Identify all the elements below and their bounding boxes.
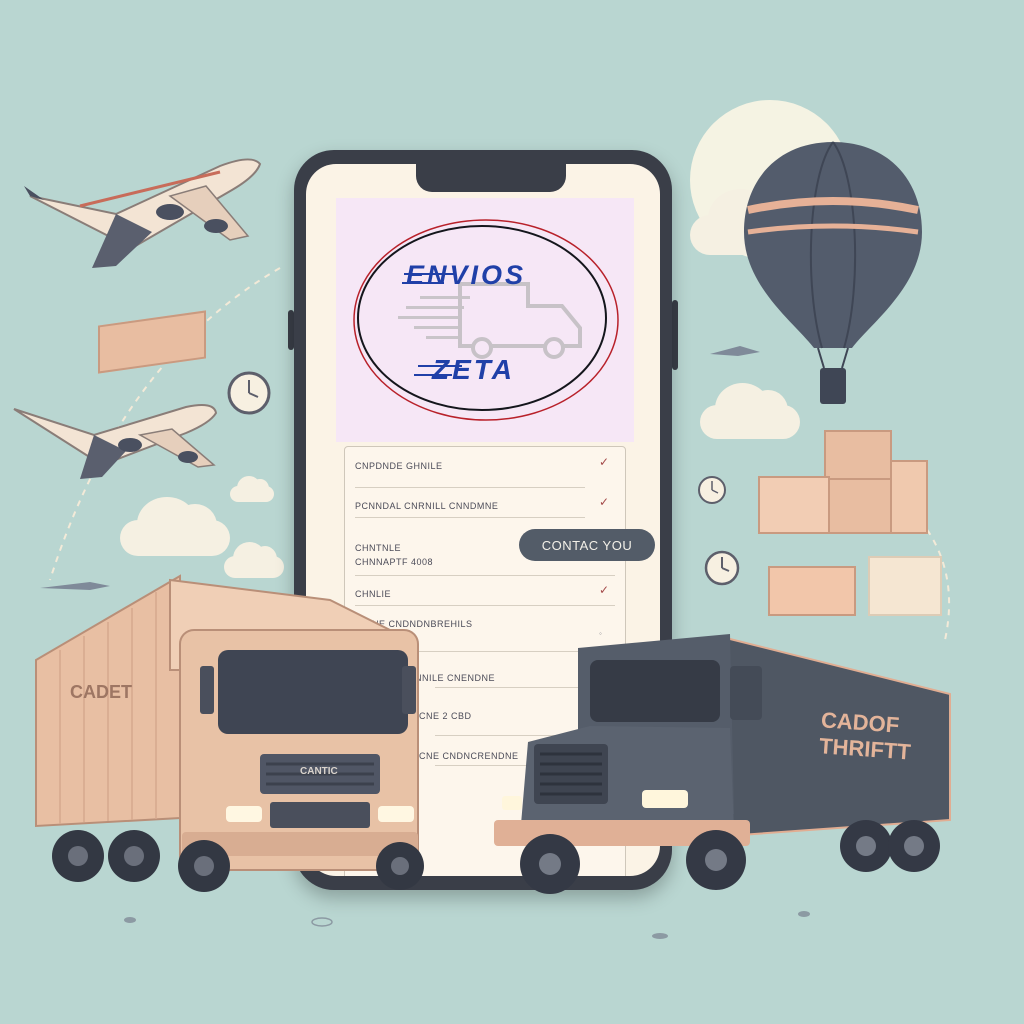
clock-icon bbox=[704, 550, 740, 586]
list-item: CHNTNLE CHNNAPTF 4008 bbox=[355, 543, 434, 567]
ground-pebbles bbox=[124, 911, 810, 939]
truck-left: CADET CANTIC bbox=[30, 570, 430, 900]
list-item: PCNNDAL CNRNILL CNNDMNE bbox=[355, 501, 499, 511]
parcel-icon bbox=[826, 478, 896, 534]
logo-title: ENVIOS bbox=[406, 260, 527, 290]
phone-notch bbox=[416, 164, 566, 192]
truck-right: CADOF THRIFTT bbox=[494, 624, 958, 904]
clock-icon bbox=[227, 371, 271, 415]
illustration-scene: ENVIOS ZETA CNPDNDE GHNILE ✓ PCNNDAL CNR… bbox=[0, 0, 1024, 1024]
envelope-icon bbox=[768, 566, 856, 616]
parcel-icon bbox=[824, 430, 892, 482]
contact-button[interactable]: CONTAC YOU bbox=[519, 529, 655, 561]
clock-icon bbox=[698, 476, 726, 504]
airplane-icon bbox=[24, 158, 262, 268]
logo-ellipse bbox=[353, 219, 619, 421]
checkmark-icon: ✓ bbox=[599, 495, 610, 509]
row-divider bbox=[355, 487, 585, 488]
brand-logo: ENVIOS ZETA bbox=[336, 198, 634, 442]
airplane-icon bbox=[13, 404, 218, 479]
truck-left-grille-text: CANTIC bbox=[300, 766, 338, 777]
list-item: CNPDNDE GHNILE bbox=[355, 461, 443, 471]
hot-air-balloon-icon bbox=[744, 141, 922, 404]
row-divider bbox=[355, 517, 585, 518]
parcel-icon bbox=[890, 460, 928, 534]
checkmark-icon: ✓ bbox=[599, 455, 610, 469]
logo-subtitle: ZETA bbox=[432, 354, 516, 385]
parcel-icon bbox=[758, 476, 830, 534]
checkmark-icon: ✓ bbox=[599, 583, 610, 597]
parcel-icon bbox=[868, 556, 942, 616]
truck-left-trailer-text: CADET bbox=[70, 682, 132, 702]
truck-left-body bbox=[35, 574, 424, 892]
phone-side-button bbox=[672, 300, 678, 370]
truck-right-trailer-text: CADOF THRIFTT bbox=[818, 707, 912, 765]
